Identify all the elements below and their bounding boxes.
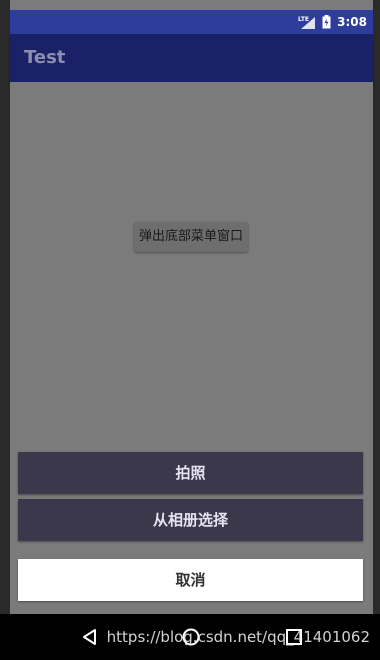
take-photo-button[interactable]: 拍照 xyxy=(18,452,363,494)
status-bar: LTE 3:08 xyxy=(10,10,373,34)
app-title: Test xyxy=(24,47,66,68)
screen: LTE 3:08 Test 弹出底部菜单窗口 拍照 从相册选择 取消 xyxy=(10,0,373,660)
navigation-bar: https://blog.csdn.net/qq_41401062 xyxy=(0,614,380,660)
cancel-button[interactable]: 取消 xyxy=(18,559,363,601)
app-bar: Test xyxy=(10,34,373,82)
show-bottom-menu-button[interactable]: 弹出底部菜单窗口 xyxy=(134,222,248,252)
status-time: 3:08 xyxy=(337,15,367,29)
lte-signal-icon: LTE xyxy=(298,15,316,29)
back-icon[interactable] xyxy=(80,627,100,647)
watermark: https://blog.csdn.net/qq_41401062 xyxy=(106,628,370,646)
battery-charging-icon xyxy=(322,15,331,29)
dimmed-content[interactable]: 弹出底部菜单窗口 拍照 从相册选择 取消 xyxy=(10,82,373,614)
network-type-label: LTE xyxy=(298,16,309,23)
phone-frame: LTE 3:08 Test 弹出底部菜单窗口 拍照 从相册选择 取消 https… xyxy=(0,0,380,660)
status-indicators: LTE 3:08 xyxy=(298,10,367,34)
choose-from-album-button[interactable]: 从相册选择 xyxy=(18,499,363,541)
